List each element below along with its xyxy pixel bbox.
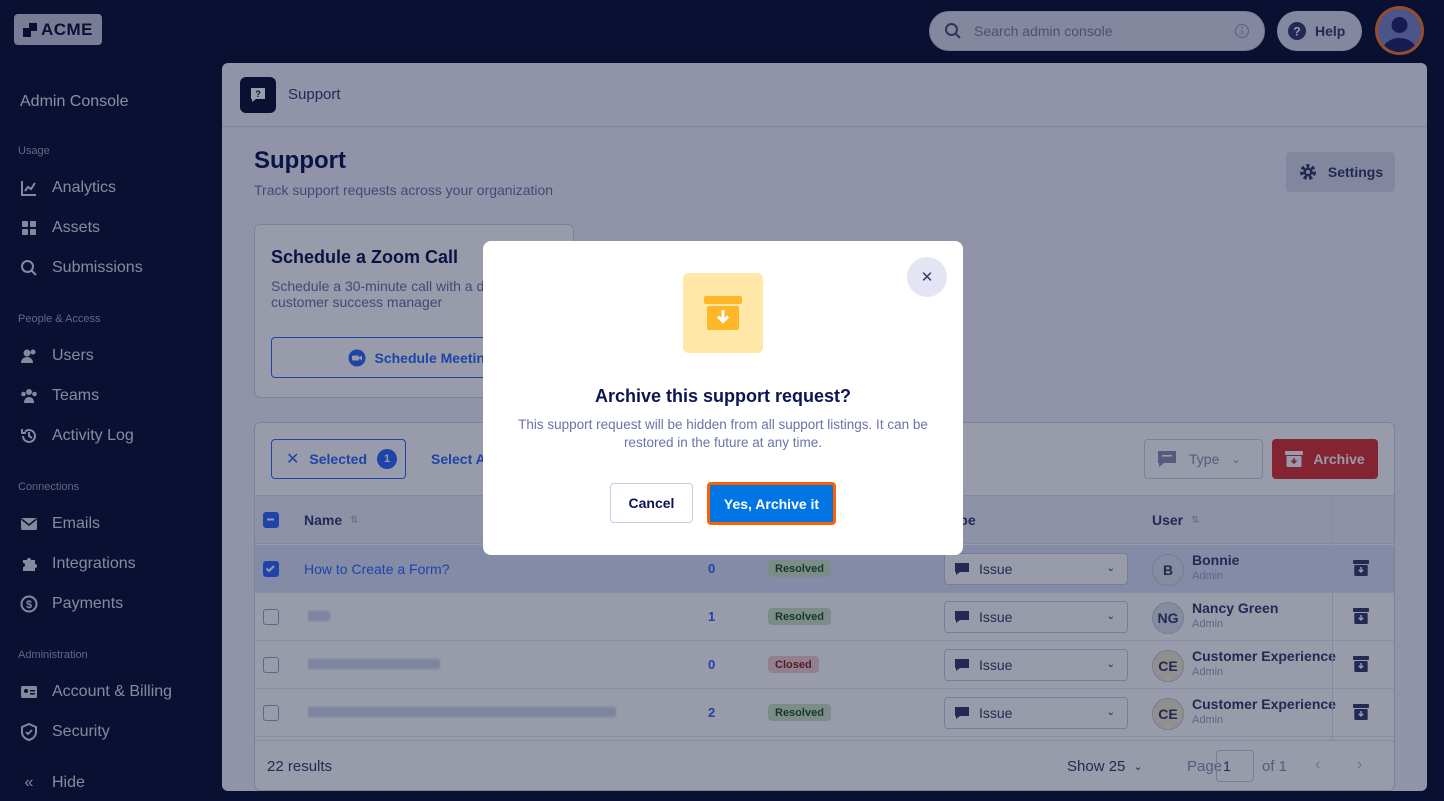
archive-box-icon <box>683 273 763 353</box>
cancel-button[interactable]: Cancel <box>610 483 693 523</box>
archive-confirm-dialog: ✕ Archive this support request? This sup… <box>483 241 963 555</box>
close-button[interactable]: ✕ <box>907 257 947 297</box>
close-icon: ✕ <box>920 269 934 286</box>
confirm-archive-button[interactable]: Yes, Archive it <box>707 482 836 525</box>
dialog-description: This support request will be hidden from… <box>518 417 928 450</box>
dialog-title: Archive this support request? <box>594 386 852 406</box>
